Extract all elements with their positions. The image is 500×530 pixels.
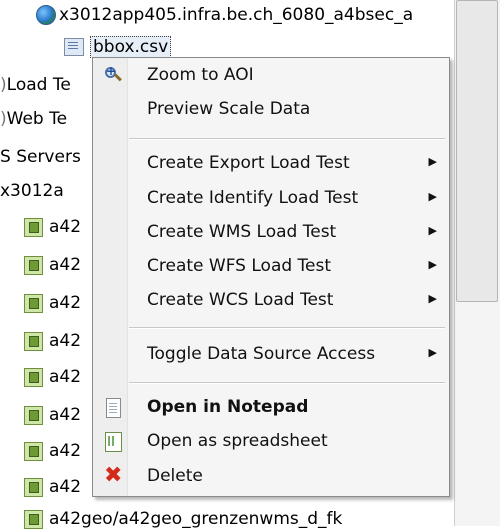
- menu-item-label: Create WCS Load Test: [147, 290, 334, 310]
- menu-item-toggle-data-source-access[interactable]: Toggle Data Source Access ▶: [93, 339, 449, 371]
- tree-expander[interactable]: ): [0, 75, 7, 95]
- tree-service[interactable]: a42: [24, 292, 81, 314]
- tree-node-server-label: x3012app405.infra.be.ch_6080_a4bsec_a: [59, 5, 414, 25]
- tree-service[interactable]: a42: [24, 366, 81, 388]
- tree-node-label: Web Te: [6, 109, 68, 129]
- menu-item-create-identify-load-test[interactable]: Create Identify Load Test ▶: [93, 183, 449, 215]
- menu-separator: [129, 382, 445, 384]
- menu-item-label: Open as spreadsheet: [147, 431, 328, 451]
- menu-item-label: Zoom to AOI: [147, 65, 254, 85]
- tree-node-web-test[interactable]: )Web Te: [0, 108, 67, 130]
- tree-service-label: a42: [49, 293, 82, 313]
- service-icon: [24, 255, 43, 275]
- tree-node-file[interactable]: bbox.csv: [64, 36, 172, 58]
- tree-service-label: a42: [49, 441, 82, 461]
- tree-node-file-label: bbox.csv: [90, 36, 172, 58]
- submenu-arrow-icon: ▶: [428, 190, 437, 203]
- tree-node-servers[interactable]: S Servers: [0, 146, 81, 168]
- tree-node-server[interactable]: x3012app405.infra.be.ch_6080_a4bsec_a: [36, 4, 413, 26]
- menu-separator: [129, 327, 445, 329]
- menu-item-create-wcs-load-test[interactable]: Create WCS Load Test ▶: [93, 285, 449, 317]
- service-icon: [24, 217, 43, 237]
- tree-service[interactable]: a42: [24, 440, 81, 462]
- menu-item-label: Create Identify Load Test: [147, 188, 359, 208]
- tree-service-label: a42: [49, 477, 82, 497]
- submenu-arrow-icon: ▶: [428, 258, 437, 271]
- submenu-arrow-icon: ▶: [428, 155, 437, 168]
- service-icon: [24, 331, 43, 351]
- menu-item-create-wms-load-test[interactable]: Create WMS Load Test ▶: [93, 217, 449, 249]
- csv-file-icon: [64, 38, 84, 56]
- menu-item-label: Delete: [147, 466, 203, 486]
- service-icon: [24, 477, 43, 497]
- spreadsheet-icon: [103, 432, 123, 452]
- scrollbar-thumb[interactable]: [456, 0, 498, 302]
- service-icon: [24, 293, 43, 313]
- tree-service[interactable]: a42: [24, 330, 81, 352]
- tree-service-label: a42geo/a42geo_grenzenwms_d_fk: [49, 509, 343, 529]
- submenu-arrow-icon: ▶: [428, 292, 437, 305]
- menu-separator: [129, 138, 445, 140]
- menu-item-open-in-notepad[interactable]: Open in Notepad: [93, 392, 449, 424]
- menu-item-label: Create WMS Load Test: [147, 222, 337, 242]
- tree-node-x3012[interactable]: x3012a: [0, 180, 64, 202]
- menu-item-label: Open in Notepad: [147, 397, 309, 417]
- menu-item-create-wfs-load-test[interactable]: Create WFS Load Test ▶: [93, 251, 449, 283]
- menu-item-label: Create WFS Load Test: [147, 256, 332, 276]
- tree-expander[interactable]: ): [0, 109, 7, 129]
- menu-item-zoom-to-aoi[interactable]: + Zoom to AOI: [93, 60, 449, 92]
- tree-node-label: x3012a: [0, 181, 64, 201]
- menu-item-preview-scale-data[interactable]: Preview Scale Data: [93, 94, 449, 126]
- menu-item-label: Create Export Load Test: [147, 153, 350, 173]
- tree-service[interactable]: a42: [24, 404, 81, 426]
- menu-item-label: Preview Scale Data: [147, 99, 311, 119]
- delete-icon: ✖: [104, 463, 123, 488]
- service-icon: [24, 405, 43, 425]
- globe-icon: [36, 5, 56, 25]
- menu-item-open-as-spreadsheet[interactable]: Open as spreadsheet: [93, 426, 449, 458]
- tree-service-label: a42: [49, 405, 82, 425]
- submenu-arrow-icon: ▶: [428, 224, 437, 237]
- tree-service[interactable]: a42: [24, 216, 81, 238]
- tree-node-label: S Servers: [0, 147, 81, 167]
- tree-node-load-test[interactable]: )Load Te: [0, 74, 71, 96]
- tree-service[interactable]: a42: [24, 476, 81, 498]
- tree-service-label: a42: [49, 331, 82, 351]
- tree-node-label: Load Te: [6, 75, 71, 95]
- context-menu: + Zoom to AOI Preview Scale Data Create …: [92, 57, 450, 497]
- menu-item-delete[interactable]: ✖ Delete: [93, 461, 449, 493]
- notepad-icon: [103, 398, 123, 418]
- tree-service-bottom[interactable]: a42geo/a42geo_grenzenwms_d_fk: [24, 508, 342, 530]
- tree-service-label: a42: [49, 255, 82, 275]
- service-icon: [24, 441, 43, 461]
- submenu-arrow-icon: ▶: [428, 346, 437, 359]
- zoom-in-icon: +: [103, 64, 123, 86]
- tree-service[interactable]: a42: [24, 254, 81, 276]
- menu-item-create-export-load-test[interactable]: Create Export Load Test ▶: [93, 148, 449, 180]
- tree-service-label: a42: [49, 367, 82, 387]
- service-icon: [24, 367, 43, 387]
- menu-item-label: Toggle Data Source Access: [147, 344, 376, 364]
- tree-service-label: a42: [49, 217, 82, 237]
